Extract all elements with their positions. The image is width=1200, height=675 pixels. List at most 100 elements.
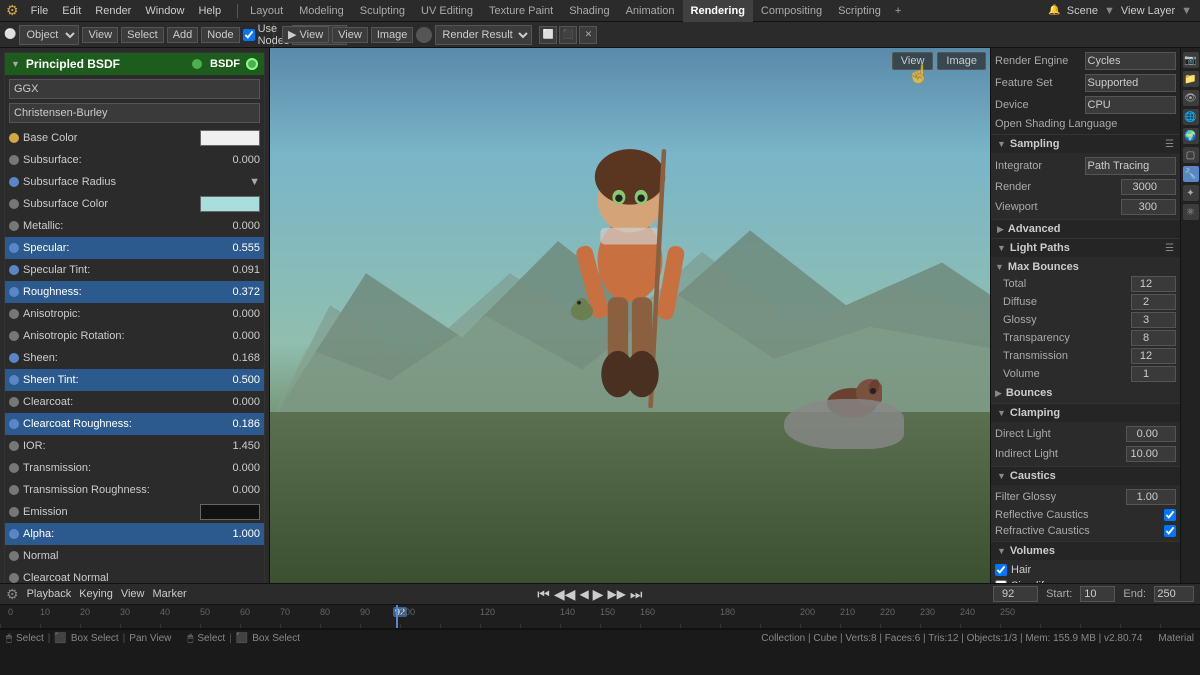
- prop-row-metallic[interactable]: Metallic:0.000: [5, 215, 264, 237]
- render-samples-input[interactable]: [1121, 179, 1176, 195]
- refractive-caustics-checkbox[interactable]: [1164, 525, 1176, 537]
- menu-file[interactable]: File: [25, 0, 55, 22]
- hair-checkbox[interactable]: [995, 564, 1007, 576]
- view-toggle-btn[interactable]: ⬜: [539, 26, 557, 44]
- tab-rendering[interactable]: Rendering: [683, 0, 753, 22]
- dropdown-subsurface-radius[interactable]: ▼: [249, 176, 260, 188]
- view-menu-timeline[interactable]: View: [121, 588, 145, 600]
- view-menu-btn[interactable]: View: [82, 27, 118, 43]
- image-menu-btn[interactable]: Image: [371, 27, 414, 43]
- prop-row-anisotropic[interactable]: Anisotropic:0.000: [5, 303, 264, 325]
- viewport-view-btn[interactable]: ▶ View: [282, 26, 329, 43]
- prop-row-ior[interactable]: IOR:1.450: [5, 435, 264, 457]
- transparency-bounces-input[interactable]: [1131, 330, 1176, 346]
- current-frame-input[interactable]: [993, 586, 1038, 602]
- keying-menu[interactable]: Keying: [79, 588, 113, 600]
- playback-menu[interactable]: Playback: [27, 588, 72, 600]
- integrator-select[interactable]: Path Tracing: [1085, 157, 1177, 175]
- view-layer-icon[interactable]: 👁: [1183, 90, 1199, 106]
- prop-row-specular[interactable]: Specular:0.555: [5, 237, 264, 259]
- node-menu-btn[interactable]: Node: [201, 27, 239, 43]
- sampling-header[interactable]: ▼ Sampling ☰: [991, 135, 1180, 153]
- play-btn[interactable]: ▶: [593, 586, 604, 603]
- direct-light-input[interactable]: [1126, 426, 1176, 442]
- swatch-subsurface-color[interactable]: [200, 196, 260, 212]
- prop-row-normal[interactable]: Normal: [5, 545, 264, 567]
- viewport-samples-input[interactable]: [1121, 199, 1176, 215]
- view-toggle-btn3[interactable]: ✕: [579, 26, 597, 44]
- add-workspace-icon[interactable]: +: [889, 5, 907, 17]
- scene-properties-icon[interactable]: 🌐: [1183, 109, 1199, 125]
- menu-render[interactable]: Render: [89, 0, 137, 22]
- menu-help[interactable]: Help: [192, 0, 227, 22]
- subsurface-method-select[interactable]: Christensen-Burley: [9, 103, 260, 123]
- prop-row-sheen[interactable]: Sheen:0.168: [5, 347, 264, 369]
- render-result-select[interactable]: Render Result: [435, 25, 532, 45]
- output-icon[interactable]: 📁: [1183, 71, 1199, 87]
- timeline-collapse-icon[interactable]: ⚙: [6, 586, 19, 603]
- prop-row-clearcoat-normal[interactable]: Clearcoat Normal: [5, 567, 264, 583]
- max-bounces-header[interactable]: ▼ Max Bounces: [995, 259, 1176, 275]
- physics-icon[interactable]: ⚛: [1183, 204, 1199, 220]
- sampling-menu-icon[interactable]: ☰: [1165, 139, 1174, 150]
- prop-row-clearcoat[interactable]: Clearcoat:0.000: [5, 391, 264, 413]
- object-mode-select[interactable]: Object: [19, 25, 79, 45]
- tab-texture-paint[interactable]: Texture Paint: [481, 0, 561, 22]
- filter-glossy-input[interactable]: [1126, 489, 1176, 505]
- indirect-light-input[interactable]: [1126, 446, 1176, 462]
- clamping-header[interactable]: ▼ Clamping: [991, 404, 1180, 422]
- swatch-emission[interactable]: [200, 504, 260, 520]
- tab-scripting[interactable]: Scripting: [830, 0, 889, 22]
- reflective-caustics-checkbox[interactable]: [1164, 509, 1176, 521]
- device-select[interactable]: CPU: [1085, 96, 1177, 114]
- tab-modeling[interactable]: Modeling: [291, 0, 352, 22]
- total-bounces-input[interactable]: [1131, 276, 1176, 292]
- prop-row-anisotropic-rotation[interactable]: Anisotropic Rotation:0.000: [5, 325, 264, 347]
- render-engine-select[interactable]: Cycles: [1085, 52, 1177, 70]
- volumes-header[interactable]: ▼ Volumes: [991, 542, 1180, 560]
- glossy-bounces-input[interactable]: [1131, 312, 1176, 328]
- tab-animation[interactable]: Animation: [618, 0, 683, 22]
- prop-row-roughness[interactable]: Roughness:0.372: [5, 281, 264, 303]
- select-menu-btn[interactable]: Select: [121, 27, 164, 43]
- start-frame-input[interactable]: [1080, 586, 1115, 602]
- node-collapse-arrow[interactable]: ▼: [11, 59, 20, 69]
- prop-row-specular-tint[interactable]: Specular Tint:0.091: [5, 259, 264, 281]
- next-keyframe-btn[interactable]: ▶▶: [607, 587, 625, 601]
- simplify-checkbox[interactable]: [995, 580, 1007, 583]
- tab-shading[interactable]: Shading: [561, 0, 617, 22]
- menu-window[interactable]: Window: [139, 0, 190, 22]
- feature-set-select[interactable]: Supported: [1085, 74, 1177, 92]
- render-icon[interactable]: 📷: [1183, 52, 1199, 68]
- tab-compositing[interactable]: Compositing: [753, 0, 830, 22]
- tab-sculpting[interactable]: Sculpting: [352, 0, 413, 22]
- prop-row-clearcoat-roughness[interactable]: Clearcoat Roughness:0.186: [5, 413, 264, 435]
- end-frame-input[interactable]: [1154, 586, 1194, 602]
- swatch-base-color[interactable]: [200, 130, 260, 146]
- prop-row-transmission-roughness[interactable]: Transmission Roughness:0.000: [5, 479, 264, 501]
- object-icon[interactable]: ▢: [1183, 147, 1199, 163]
- tab-uv-editing[interactable]: UV Editing: [413, 0, 481, 22]
- prop-row-base-color[interactable]: Base Color: [5, 127, 264, 149]
- prop-row-subsurface-radius[interactable]: Subsurface Radius▼: [5, 171, 264, 193]
- viewport-view-btn2[interactable]: View: [332, 27, 368, 43]
- world-icon[interactable]: 🌍: [1183, 128, 1199, 144]
- distribution-select[interactable]: GGX: [9, 79, 260, 99]
- prop-row-alpha[interactable]: Alpha:1.000: [5, 523, 264, 545]
- light-paths-header[interactable]: ▼ Light Paths ☰: [991, 239, 1180, 257]
- prop-row-subsurface[interactable]: Subsurface:0.000: [5, 149, 264, 171]
- tab-layout[interactable]: Layout: [242, 0, 291, 22]
- prev-frame-btn[interactable]: ◀◀: [554, 586, 576, 603]
- prop-row-transmission[interactable]: Transmission:0.000: [5, 457, 264, 479]
- volume-bounces-input[interactable]: [1131, 366, 1176, 382]
- transmission-bounces-input[interactable]: [1131, 348, 1176, 364]
- marker-menu[interactable]: Marker: [153, 588, 187, 600]
- advanced-header[interactable]: ▶ Advanced: [991, 220, 1180, 238]
- diffuse-bounces-input[interactable]: [1131, 294, 1176, 310]
- modifier-icon[interactable]: 🔧: [1183, 166, 1199, 182]
- prop-row-emission[interactable]: Emission: [5, 501, 264, 523]
- prev-keyframe-btn[interactable]: ◀: [579, 587, 588, 601]
- particles-icon[interactable]: ✦: [1183, 185, 1199, 201]
- add-menu-btn[interactable]: Add: [167, 27, 199, 43]
- view-toggle-btn2[interactable]: ⬛: [559, 26, 577, 44]
